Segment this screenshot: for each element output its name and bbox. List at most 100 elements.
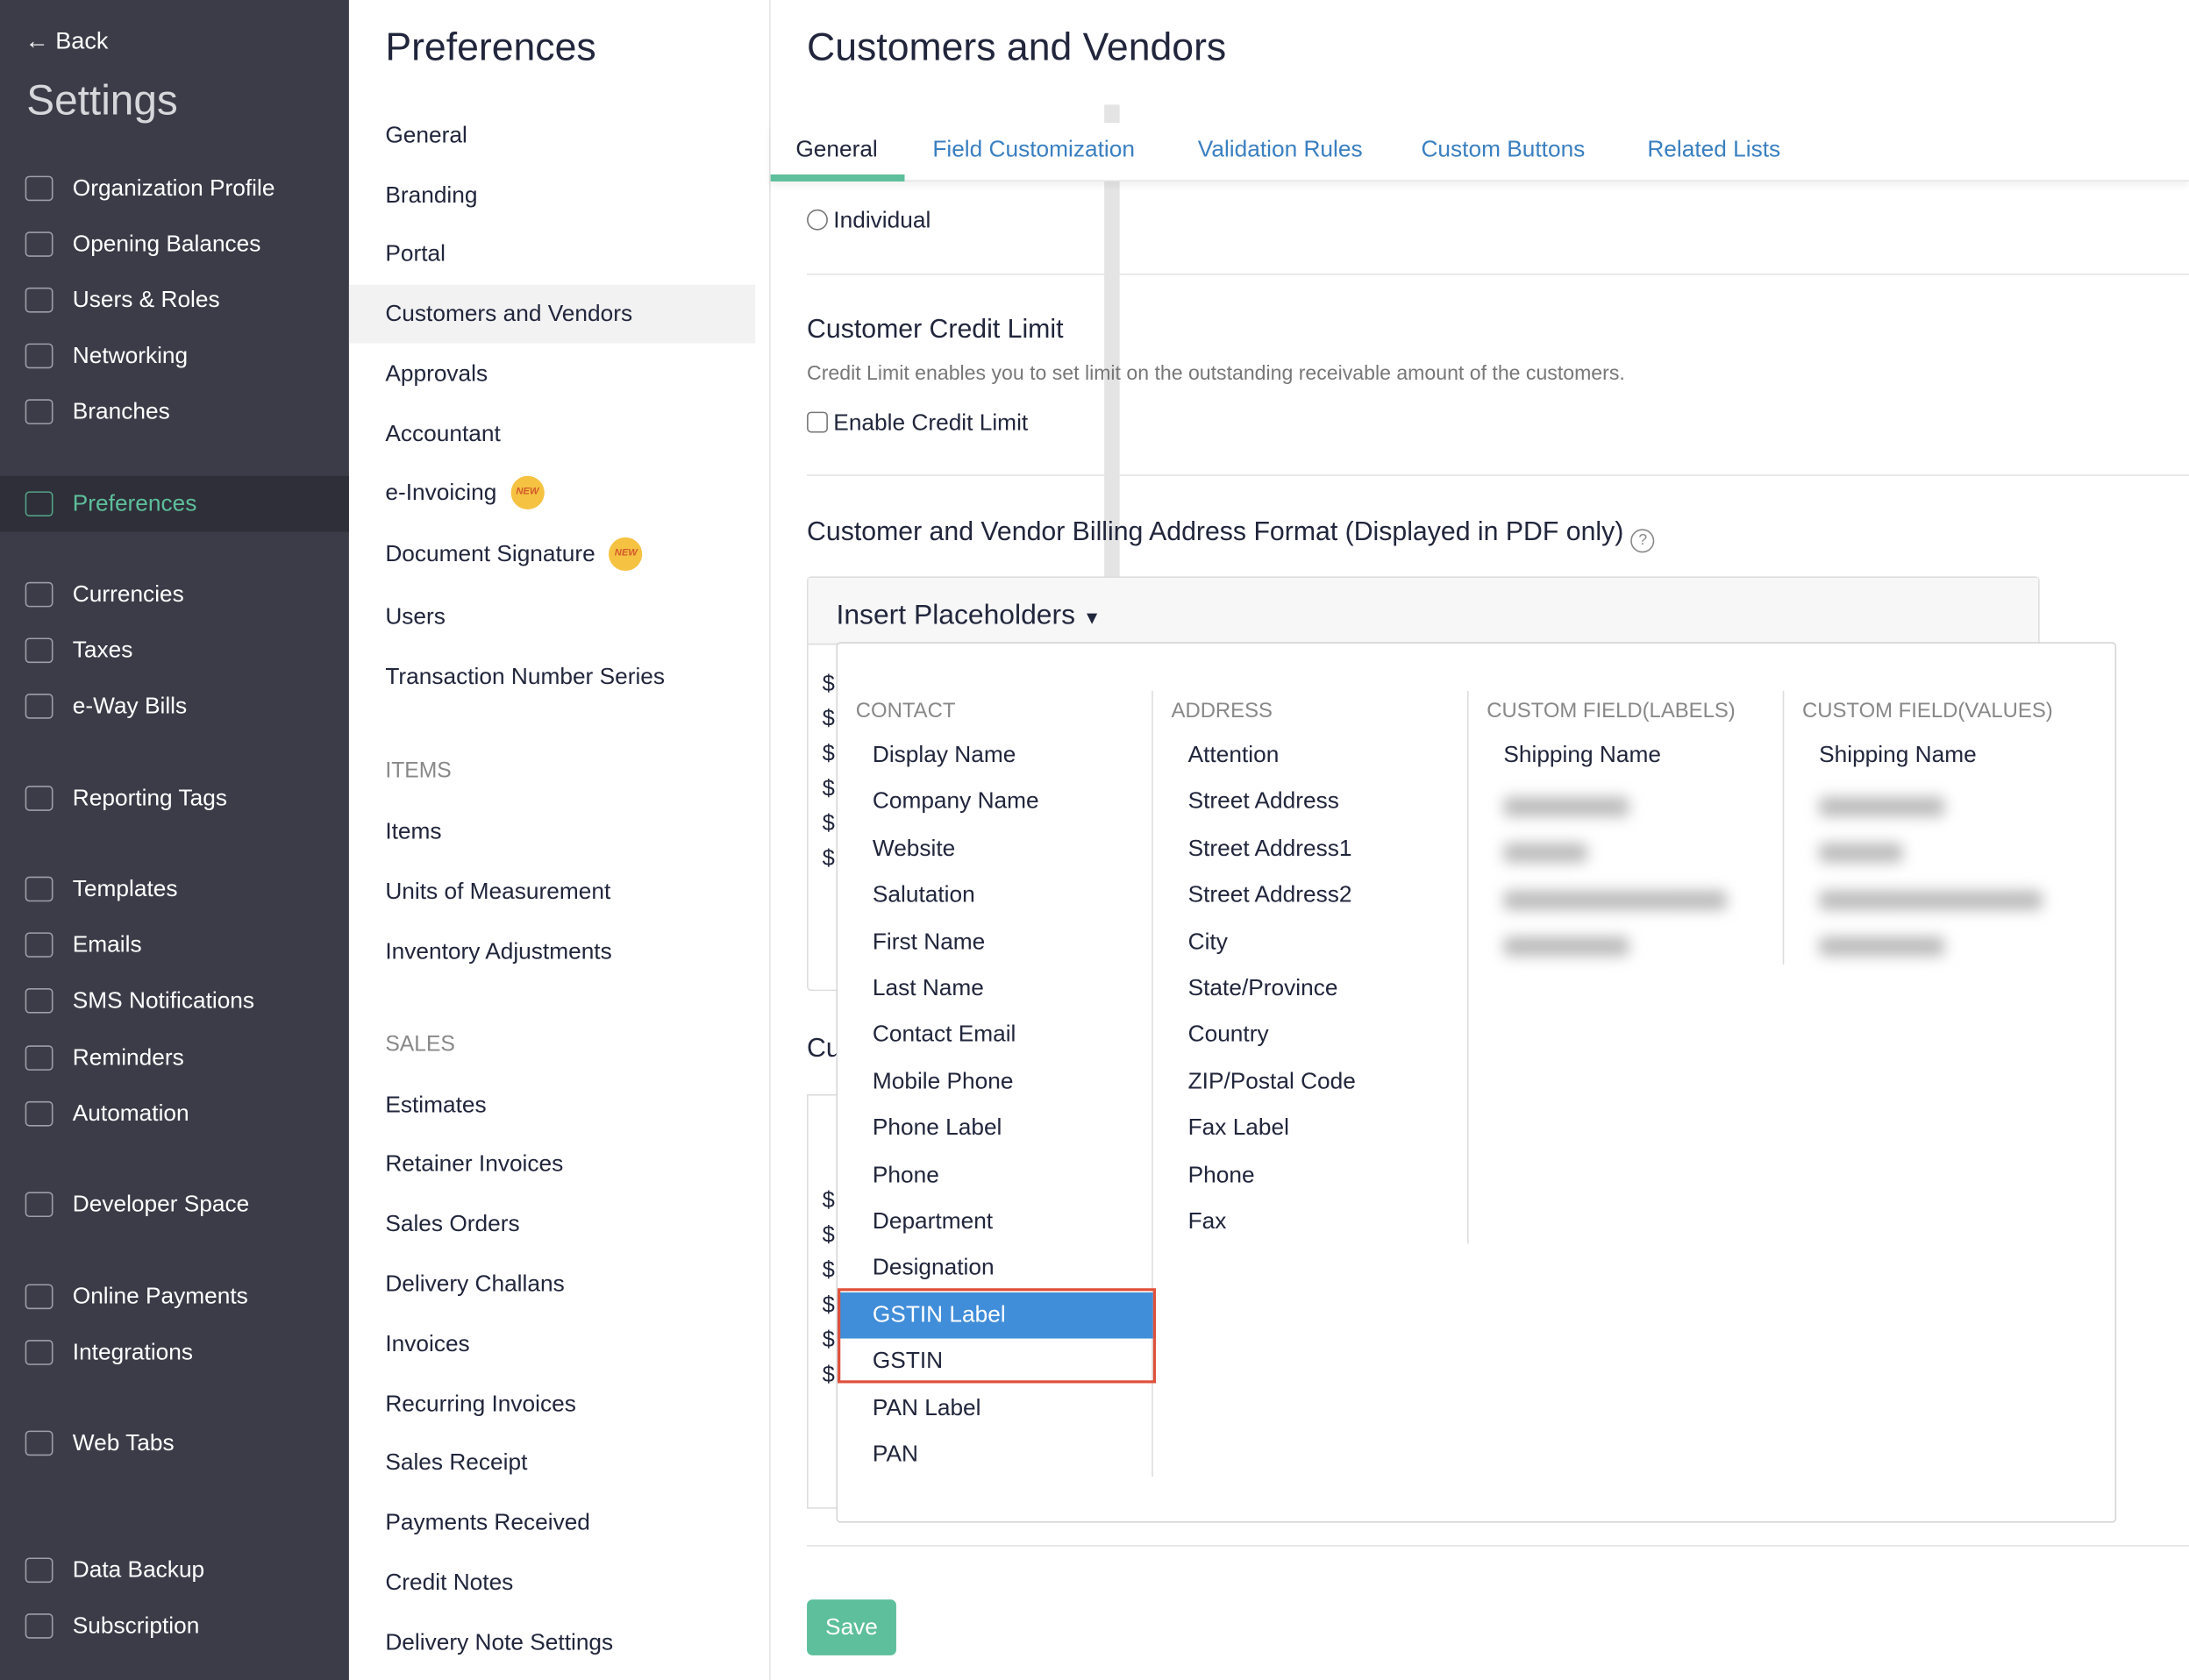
sidebar-item-automation[interactable]: Automation: [0, 1086, 349, 1142]
placeholder-option[interactable]: Contact Email: [838, 1013, 1153, 1059]
placeholder-option[interactable]: Street Address1: [1153, 826, 1469, 872]
placeholder-option[interactable]: Phone: [838, 1152, 1153, 1199]
blurred-field: [1503, 796, 1629, 817]
pref-item[interactable]: Recurring Invoices: [349, 1375, 755, 1434]
placeholder-option[interactable]: Street Address2: [1153, 872, 1469, 919]
placeholder-token: $: [822, 708, 835, 732]
pref-item[interactable]: Portal: [349, 224, 755, 283]
pref-item[interactable]: Invoices: [349, 1315, 755, 1374]
sidebar-item-emails[interactable]: Emails: [0, 917, 349, 973]
sidebar-item-integrations[interactable]: Integrations: [0, 1325, 349, 1381]
placeholder-option[interactable]: Attention: [1153, 733, 1469, 779]
column-header: ADDRESS: [1171, 699, 1273, 723]
placeholder-option[interactable]: First Name: [838, 919, 1153, 965]
placeholder-option[interactable]: City: [1153, 919, 1469, 965]
sidebar-item-data-backup[interactable]: Data Backup: [0, 1542, 349, 1598]
placeholder-option[interactable]: ZIP/Postal Code: [1153, 1059, 1469, 1106]
percent-icon: [25, 637, 53, 664]
placeholder-option[interactable]: Fax Label: [1153, 1106, 1469, 1152]
column-header: CUSTOM FIELD(VALUES): [1802, 699, 2053, 723]
sidebar-item-templates[interactable]: Templates: [0, 861, 349, 917]
placeholder-option[interactable]: Shipping Name: [1784, 733, 2100, 779]
sidebar-item-reminders[interactable]: Reminders: [0, 1030, 349, 1086]
sidebar-item-currencies[interactable]: Currencies: [0, 566, 349, 623]
pref-item[interactable]: Transaction Number Series: [349, 648, 755, 707]
sidebar-item-web-tabs[interactable]: Web Tabs: [0, 1415, 349, 1471]
insert-placeholders-button[interactable]: Insert Placeholders ▼: [808, 578, 2039, 645]
placeholder-token: $: [822, 1293, 835, 1318]
placeholder-option[interactable]: Shipping Name: [1469, 733, 1785, 779]
placeholder-option[interactable]: Last Name: [838, 966, 1153, 1013]
pref-item[interactable]: Branding: [349, 166, 755, 224]
radio-icon[interactable]: [807, 209, 828, 231]
sidebar-item-users-roles[interactable]: Users & Roles: [0, 272, 349, 328]
sidebar-item-opening-balances[interactable]: Opening Balances: [0, 217, 349, 273]
pref-item[interactable]: Units of Measurement: [349, 863, 755, 922]
pref-item[interactable]: Payments Received: [349, 1494, 755, 1553]
receipt-icon: [25, 231, 53, 257]
pref-item[interactable]: e-Invoicing NEW: [349, 463, 755, 522]
placeholder-option[interactable]: Phone: [1153, 1152, 1469, 1199]
sidebar-item-sms-notifications[interactable]: SMS Notifications: [0, 972, 349, 1029]
placeholder-option[interactable]: Street Address: [1153, 779, 1469, 826]
placeholder-option[interactable]: Mobile Phone: [838, 1059, 1153, 1106]
pref-item[interactable]: Sales Orders: [349, 1196, 755, 1255]
sidebar-item-taxes[interactable]: Taxes: [0, 623, 349, 679]
pref-item-label: Invoices: [385, 1331, 470, 1356]
sidebar-item-subscription[interactable]: Subscription: [0, 1598, 349, 1655]
placeholder-option[interactable]: Phone Label: [838, 1106, 1153, 1152]
pref-item[interactable]: Items: [349, 802, 755, 861]
back-button[interactable]: ← Back: [25, 28, 109, 56]
placeholder-option[interactable]: Fax: [1153, 1199, 1469, 1245]
placeholder-option[interactable]: Designation: [838, 1246, 1153, 1292]
pref-item[interactable]: Customers and Vendors: [348, 284, 756, 344]
placeholder-option[interactable]: State/Province: [1153, 966, 1469, 1013]
sidebar-item-branches[interactable]: Branches: [0, 384, 349, 440]
save-button[interactable]: Save: [807, 1599, 896, 1655]
sidebar-item-preferences[interactable]: Preferences: [0, 475, 349, 532]
pref-item[interactable]: Delivery Challans: [349, 1256, 755, 1314]
placeholder-option[interactable]: Department: [838, 1199, 1153, 1245]
pref-item-label: Recurring Invoices: [385, 1391, 576, 1416]
pref-item[interactable]: Users: [349, 587, 755, 646]
pref-item[interactable]: Accountant: [349, 405, 755, 464]
pref-item[interactable]: Inventory Adjustments: [349, 922, 755, 981]
placeholder-token: $: [822, 812, 835, 836]
pref-item-label: Delivery Challans: [385, 1271, 565, 1297]
checkbox-icon[interactable]: [807, 411, 828, 433]
pref-item[interactable]: Document Signature NEW: [349, 525, 755, 584]
sidebar-item-e-way-bills[interactable]: e-Way Bills: [0, 679, 349, 735]
sidebar-item-organization-profile[interactable]: Organization Profile: [0, 160, 349, 217]
sidebar-item-online-payments[interactable]: Online Payments: [0, 1269, 349, 1325]
tab-validation-rules[interactable]: Validation Rules: [1198, 137, 1363, 163]
pref-item[interactable]: Approvals: [349, 345, 755, 403]
blurred-field: [1503, 844, 1587, 864]
pref-item[interactable]: Delivery Note Settings: [349, 1613, 755, 1672]
placeholder-option[interactable]: PAN: [838, 1432, 1153, 1478]
tab-custom-buttons[interactable]: Custom Buttons: [1421, 137, 1585, 163]
pref-item[interactable]: Credit Notes: [349, 1554, 755, 1612]
pref-item[interactable]: Retainer Invoices: [349, 1135, 755, 1194]
pref-item[interactable]: Estimates: [349, 1076, 755, 1135]
pref-item[interactable]: General: [349, 106, 755, 165]
pref-item-label: Inventory Adjustments: [385, 938, 612, 965]
sidebar-item-label: Templates: [72, 875, 178, 901]
sidebar-item-reporting-tags[interactable]: Reporting Tags: [0, 771, 349, 827]
placeholder-option[interactable]: Salutation: [838, 872, 1153, 919]
arrow-left-icon: ←: [25, 27, 56, 55]
tab-related-lists[interactable]: Related Lists: [1647, 137, 1780, 163]
placeholder-option[interactable]: Company Name: [838, 779, 1153, 826]
placeholder-token: $: [822, 673, 835, 697]
help-icon[interactable]: ?: [1630, 529, 1655, 553]
placeholder-option[interactable]: Website: [838, 826, 1153, 872]
sidebar-item-developer-space[interactable]: Developer Space: [0, 1177, 349, 1233]
enable-credit-limit-checkbox[interactable]: Enable Credit Limit: [807, 410, 1028, 437]
radio-individual[interactable]: Individual: [807, 208, 931, 234]
placeholder-option[interactable]: PAN Label: [838, 1385, 1153, 1432]
tab-field-customization[interactable]: Field Customization: [932, 137, 1135, 163]
pref-item[interactable]: Sales Receipt: [349, 1434, 755, 1493]
placeholder-option[interactable]: Country: [1153, 1013, 1469, 1059]
placeholder-option[interactable]: Display Name: [838, 733, 1153, 779]
tab-general[interactable]: General: [795, 137, 877, 163]
sidebar-item-networking[interactable]: Networking: [0, 328, 349, 384]
